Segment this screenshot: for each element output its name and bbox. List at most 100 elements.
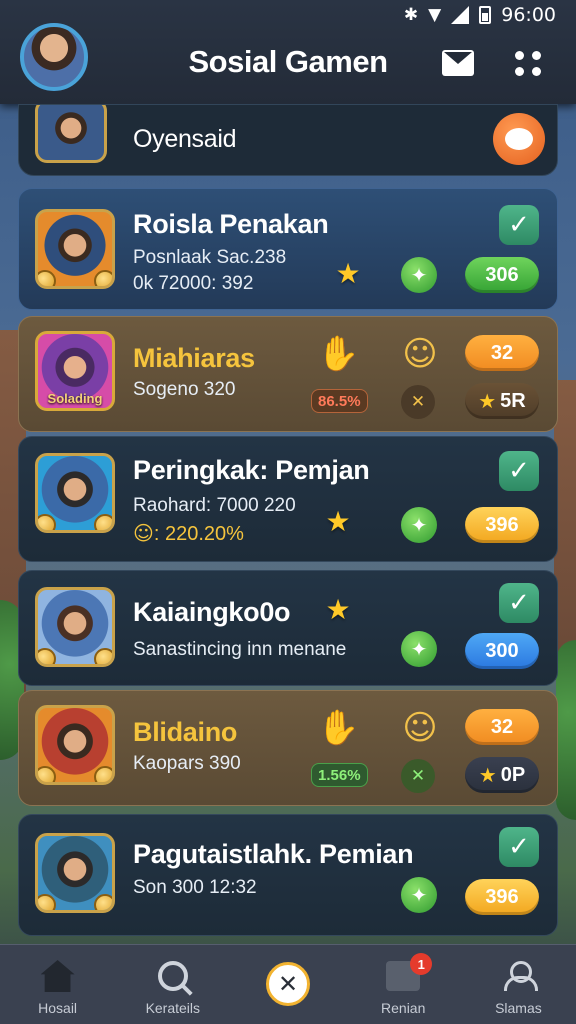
- check-button[interactable]: ✓: [499, 583, 539, 623]
- star-icon: ★: [478, 763, 497, 787]
- checkmark-icon: ✓: [508, 210, 530, 240]
- player-name: Miahiaras: [133, 343, 255, 373]
- player-thumbnail: [35, 209, 115, 289]
- list-item[interactable]: Solading Miahiaras Sogeno 320 ✋ 86.5% ☺ …: [18, 316, 558, 432]
- player-thumbnail: [35, 833, 115, 913]
- player-name: Oyensaid: [133, 125, 237, 153]
- coin-icon: [94, 894, 112, 910]
- smiley-icon: ☺: [402, 708, 438, 748]
- coin-icon: [38, 270, 56, 286]
- coin-icon: [38, 766, 56, 782]
- tab-inbox[interactable]: 1 Renian: [346, 945, 461, 1024]
- checkmark-icon: ✓: [508, 588, 530, 618]
- player-name: Roisla Penakan: [133, 209, 329, 239]
- player-thumbnail: [35, 705, 115, 785]
- status-time: 96:00: [501, 4, 556, 26]
- player-name: Blidaino: [133, 717, 238, 747]
- page-title: Sosial Gamen: [188, 44, 388, 79]
- sparkle-icon: ✦: [410, 263, 428, 287]
- player-thumbnail: [35, 587, 115, 667]
- check-button[interactable]: ✓: [499, 205, 539, 245]
- tab-label: Kerateils: [145, 1000, 201, 1016]
- coin-icon: [38, 894, 56, 910]
- checkmark-icon: ✓: [508, 456, 530, 486]
- status-bar: ✱ ▼ 96:00: [0, 0, 576, 30]
- list-item[interactable]: Oyensaid: [18, 104, 558, 176]
- person-icon: [503, 961, 539, 991]
- coin-icon: [94, 514, 112, 530]
- sparkle-icon: ✦: [410, 637, 428, 661]
- bottom-tab-bar: Hosail Kerateils ✕ 1 Renian Slamas: [0, 944, 576, 1024]
- player-detail: Sogeno 320: [133, 379, 236, 400]
- list-item[interactable]: Pagutaistlahk. Pemian Son 300 12:32 ✓ ✦ …: [18, 814, 558, 936]
- score-pill[interactable]: 396: [465, 507, 539, 543]
- rank-pill[interactable]: ★ 0P: [465, 757, 539, 793]
- player-detail: Posnlaak Sac.238: [133, 247, 287, 268]
- percent-badge: 1.56%: [311, 763, 368, 787]
- coin-icon: [38, 514, 56, 530]
- list-item[interactable]: Roisla Penakan Posnlaak Sac.238 0k 72000…: [18, 188, 558, 310]
- smiley-icon: ☺: [402, 334, 438, 374]
- cheer-hand-icon: ✋: [317, 708, 360, 748]
- score-pill[interactable]: 300: [465, 633, 539, 669]
- star-icon: ★: [478, 389, 497, 413]
- tab-label: Slamas: [495, 1000, 542, 1016]
- level-pill[interactable]: 32: [465, 335, 539, 371]
- player-detail: Son 300 12:32: [133, 877, 257, 898]
- swap-button[interactable]: ✕: [401, 385, 435, 419]
- tab-home[interactable]: Hosail: [0, 945, 115, 1024]
- inbox-icon: 1: [386, 953, 433, 991]
- notification-badge: 1: [410, 953, 433, 975]
- swap-button[interactable]: ✕: [401, 759, 435, 793]
- search-icon: [157, 961, 188, 991]
- player-thumbnail: [35, 105, 107, 163]
- coin-icon: [94, 766, 112, 782]
- home-icon: [40, 960, 75, 992]
- grid-dots-icon: [514, 50, 542, 76]
- close-icon: ✕: [266, 962, 310, 1006]
- sparkle-icon: ✦: [410, 883, 428, 907]
- list-item[interactable]: Kaiaingko0o ★ Sanastincing inn menane ✓ …: [18, 570, 558, 686]
- coin-icon: [94, 270, 112, 286]
- app-header: ✱ ▼ 96:00 Sosial Gamen: [0, 0, 576, 104]
- list-item[interactable]: Peringkak: Pemjan Raohard: 7000 220 ☺: 2…: [18, 436, 558, 562]
- score-pill[interactable]: 396: [465, 879, 539, 915]
- person-icon-wrap: [500, 958, 539, 994]
- smile-icon: ☺: [133, 521, 154, 545]
- gem-button[interactable]: ✦: [401, 257, 437, 293]
- rank-pill[interactable]: ★ 5R: [465, 383, 539, 419]
- rank-value: 0P: [500, 763, 526, 786]
- gem-button[interactable]: ✦: [401, 877, 437, 913]
- player-detail: Raohard: 7000 220: [133, 495, 296, 516]
- coin-icon: [38, 648, 56, 664]
- chat-bubble-icon: [505, 128, 533, 150]
- player-thumbnail: [35, 453, 115, 533]
- score-pill[interactable]: 306: [465, 257, 539, 293]
- coin-icon: [94, 648, 112, 664]
- tab-close[interactable]: ✕: [230, 945, 345, 1024]
- search-icon-wrap: [155, 958, 191, 994]
- compose-message-button[interactable]: [440, 46, 476, 80]
- tab-profile[interactable]: Slamas: [461, 945, 576, 1024]
- thumbnail-label: Solading: [47, 391, 103, 406]
- gem-button[interactable]: ✦: [401, 631, 437, 667]
- background-bush-right: [556, 640, 576, 820]
- sparkle-icon: ✦: [410, 513, 428, 537]
- level-pill[interactable]: 32: [465, 709, 539, 745]
- check-button[interactable]: ✓: [499, 451, 539, 491]
- player-detail: Kaopars 390: [133, 753, 241, 774]
- star-icon: ★: [325, 593, 351, 626]
- percent-badge: 86.5%: [311, 389, 368, 413]
- rank-value: 5R: [500, 389, 526, 412]
- tab-search[interactable]: Kerateils: [115, 945, 230, 1024]
- player-thumbnail: Solading: [35, 331, 115, 411]
- tab-label: Hosail: [38, 1000, 78, 1016]
- home-icon-wrap: [40, 958, 76, 994]
- gem-button[interactable]: ✦: [401, 507, 437, 543]
- check-button[interactable]: ✓: [499, 827, 539, 867]
- list-item[interactable]: Blidaino Kaopars 390 ✋ 1.56% ☺ ✕ 32 ★ 0P: [18, 690, 558, 806]
- more-options-button[interactable]: [510, 46, 546, 80]
- percent-value: 220.20%: [164, 523, 244, 545]
- player-name: Peringkak: Pemjan: [133, 455, 370, 485]
- chat-button[interactable]: [493, 113, 545, 165]
